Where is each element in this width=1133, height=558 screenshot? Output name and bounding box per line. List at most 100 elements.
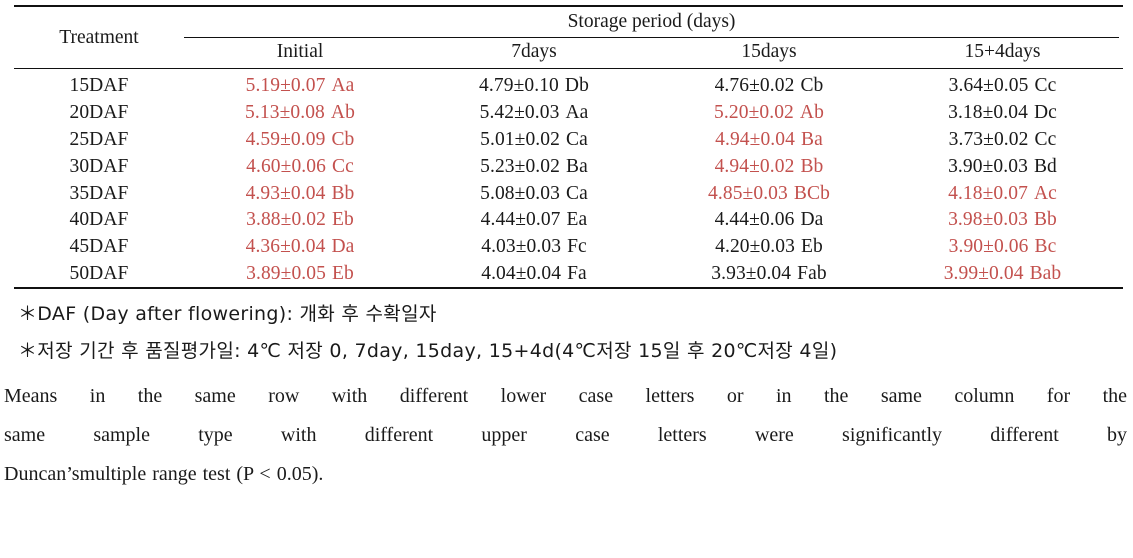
- measurement-value: 4.94±0.04 Ba: [715, 129, 823, 150]
- paragraph-line-2: same sample type with different upper ca…: [4, 424, 1127, 447]
- storage-period-table: Treatment Storage period (days) Initial …: [14, 7, 1119, 68]
- measurement-value: 3.64±0.05 Cc: [949, 75, 1057, 96]
- data-cell: 5.01±0.02 Ca: [416, 127, 652, 154]
- significance-letters: Bb: [331, 182, 355, 204]
- measurement-value: 4.44±0.07 Ea: [481, 209, 588, 230]
- table-figure-page: Treatment Storage period (days) Initial …: [0, 5, 1133, 558]
- table-body: 15DAF 5.19±0.07 Aa 4.79±0.10 Db 4.76±0.02 Cb 3.…: [14, 69, 1119, 287]
- measurement-value: 3.89±0.05 Eb: [246, 263, 354, 284]
- value-text: 5.08±0.03: [480, 182, 560, 204]
- significance-letters: Dc: [1033, 102, 1057, 124]
- value-text: 3.88±0.02: [246, 209, 326, 231]
- data-cell: 3.88±0.02 Eb: [184, 207, 416, 234]
- significance-letters: Aa: [331, 75, 355, 97]
- measurement-value: 4.18±0.07 Ac: [948, 183, 1057, 204]
- table-row: 30DAF 4.60±0.06 Cc 5.23±0.02 Ba 4.94±0.02 Bb 3.…: [14, 153, 1119, 180]
- measurement-value: 3.18±0.04 Dc: [948, 102, 1057, 123]
- treatment-cell: 30DAF: [69, 155, 129, 177]
- measurement-value: 3.93±0.04 Fab: [711, 263, 826, 284]
- measurement-value: 3.88±0.02 Eb: [246, 209, 354, 230]
- column-header-7days: 7days: [511, 40, 557, 62]
- significance-letters: Fc: [567, 236, 587, 258]
- significance-letters: Cc: [1034, 75, 1057, 97]
- table-head: Treatment Storage period (days) Initial …: [14, 7, 1119, 68]
- significance-letters: Eb: [331, 209, 354, 231]
- treatment-cell: 40DAF: [69, 209, 129, 231]
- footnote-storage: ＊저장 기간 후 품질평가일: 4℃ 저장 0, 7day, 15day, 15…: [18, 340, 838, 363]
- measurement-value: 5.01±0.02 Ca: [480, 129, 588, 150]
- value-text: 5.01±0.02: [480, 128, 560, 150]
- significance-letters: Ca: [565, 182, 588, 204]
- measurement-value: 3.73±0.02 Cc: [949, 129, 1057, 150]
- value-text: 4.79±0.10: [479, 75, 559, 97]
- data-cell: 4.44±0.07 Ea: [416, 207, 652, 234]
- treatment-cell: 35DAF: [69, 182, 129, 204]
- table-footnotes: ＊DAF (Day after flowering): 개화 후 수확일자 ＊저…: [18, 305, 1119, 361]
- data-cell: 4.36±0.04 Da: [184, 234, 416, 261]
- significance-letters: Eb: [800, 236, 823, 258]
- significance-letters: Bab: [1029, 262, 1062, 284]
- column-header-15days: 15days: [741, 40, 797, 62]
- value-text: 3.93±0.04: [711, 262, 792, 284]
- column-header-15plus4days: 15+4days: [964, 40, 1041, 62]
- value-text: 3.90±0.03: [948, 155, 1028, 177]
- data-cell: 3.64±0.05 Cc: [886, 73, 1119, 100]
- significance-letters: Fa: [567, 262, 587, 284]
- significance-letters: Ba: [565, 155, 588, 177]
- measurement-value: 4.04±0.04 Fa: [481, 263, 587, 284]
- treatment-cell: 45DAF: [69, 236, 129, 258]
- data-cell: 4.93±0.04 Bb: [184, 180, 416, 207]
- significance-letters: Ac: [1033, 182, 1057, 204]
- significance-letters: Bc: [1034, 236, 1057, 258]
- measurement-value: 4.85±0.03 BCb: [708, 183, 830, 204]
- data-cell: 3.90±0.03 Bd: [886, 153, 1119, 180]
- measurement-value: 4.94±0.02 Bb: [715, 156, 824, 177]
- measurement-value: 4.60±0.06 Cc: [246, 156, 354, 177]
- data-cell: 4.85±0.03 BCb: [652, 180, 886, 207]
- significance-letters: Ca: [565, 128, 588, 150]
- table-row: 25DAF 4.59±0.09 Cb 5.01±0.02 Ca 4.94±0.04 Ba 3.…: [14, 127, 1119, 154]
- significance-letters: Cc: [331, 155, 354, 177]
- significance-letters: Ab: [799, 102, 824, 124]
- measurement-value: 5.19±0.07 Aa: [246, 75, 355, 96]
- value-text: 3.98±0.03: [948, 209, 1028, 231]
- value-text: 4.03±0.03: [481, 236, 562, 258]
- data-cell: 4.94±0.04 Ba: [652, 127, 886, 154]
- measurement-value: 3.98±0.03 Bb: [948, 209, 1057, 230]
- value-text: 4.18±0.07: [948, 182, 1028, 204]
- treatment-cell: 20DAF: [69, 102, 129, 124]
- data-cell: 3.18±0.04 Dc: [886, 100, 1119, 127]
- data-cell: 4.79±0.10 Db: [416, 73, 652, 100]
- value-text: 3.64±0.05: [948, 75, 1029, 97]
- value-text: 5.42±0.03: [479, 102, 560, 124]
- measurement-value: 5.13±0.08 Ab: [245, 102, 355, 123]
- value-text: 4.93±0.04: [245, 182, 326, 204]
- column-header-treatment: Treatment: [59, 26, 139, 48]
- value-text: 4.59±0.09: [245, 128, 326, 150]
- significance-letters: Da: [331, 236, 355, 258]
- significance-letters: BCb: [793, 182, 830, 204]
- value-text: 4.20±0.03: [715, 236, 795, 258]
- table-row: 50DAF 3.89±0.05 Eb 4.04±0.04 Fa 3.93±0.04 Fab 3…: [14, 261, 1119, 288]
- significance-letters: Aa: [565, 102, 589, 124]
- value-text: 3.18±0.04: [948, 102, 1028, 124]
- table-row: 45DAF 4.36±0.04 Da 4.03±0.03 Fc 4.20±0.03 Eb 3.…: [14, 234, 1119, 261]
- value-text: 5.13±0.08: [245, 102, 325, 124]
- measurement-value: 5.23±0.02 Ba: [480, 156, 588, 177]
- measurement-value: 4.03±0.03 Fc: [481, 236, 587, 257]
- data-cell: 3.89±0.05 Eb: [184, 261, 416, 288]
- value-text: 4.44±0.07: [480, 209, 561, 231]
- measurement-value: 3.90±0.06 Bc: [949, 236, 1057, 257]
- significance-letters: Cc: [1034, 128, 1057, 150]
- data-cell: 5.13±0.08 Ab: [184, 100, 416, 127]
- treatment-cell: 50DAF: [69, 262, 129, 284]
- significance-letters: Bd: [1033, 155, 1057, 177]
- measurement-value: 4.59±0.09 Cb: [246, 129, 355, 150]
- data-cell: 4.03±0.03 Fc: [416, 234, 652, 261]
- significance-letters: Ab: [330, 102, 355, 124]
- data-cell: 4.04±0.04 Fa: [416, 261, 652, 288]
- measurement-value: 4.36±0.04 Da: [246, 236, 355, 257]
- data-cell: 4.76±0.02 Cb: [652, 73, 886, 100]
- treatment-cell: 15DAF: [69, 75, 129, 97]
- measurement-value: 4.44±0.06 Da: [715, 209, 824, 230]
